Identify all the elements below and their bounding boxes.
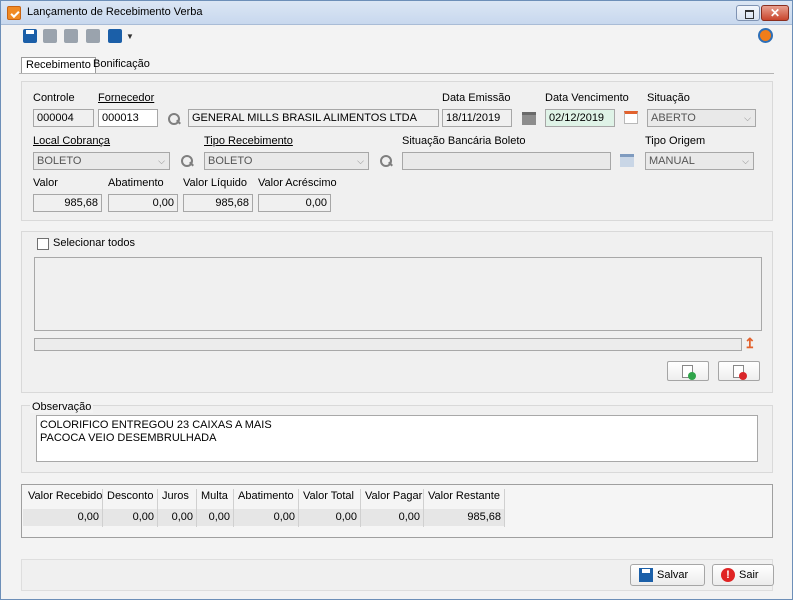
totals-value-valor-recebido: 0,00 [23,509,102,526]
valor-liquido-field[interactable]: 985,68 [183,194,253,212]
tipo-recebimento-value: BOLETO [208,155,253,167]
totals-header-valor-recebido: Valor Recebido [28,490,103,502]
tipo-origem-select[interactable]: MANUAL ⌵ [645,152,754,170]
totals-value-valor-total: 0,00 [299,509,360,526]
title-bar: Lançamento de Recebimento Verba ✕ [1,1,792,25]
situacao-bancaria-label: Situação Bancária Boleto [402,135,526,147]
abatimento-label: Abatimento [108,177,164,189]
exit-icon: ! [721,568,735,582]
fornecedor-search-icon[interactable] [167,112,181,126]
observacao-label: Observação [30,401,94,413]
tab-bonificacao[interactable]: Bonificação [89,57,154,73]
save-button-label: Salvar [657,569,689,581]
chevron-down-icon: ⌵ [357,156,364,166]
totals-value-multa: 0,00 [197,509,233,526]
situacao-bancaria-field[interactable] [402,152,611,170]
valor-field[interactable]: 985,68 [33,194,102,212]
valor-liquido-label: Valor Líquido [183,177,248,189]
items-list[interactable] [34,257,762,331]
fornecedor-code-field[interactable]: 000013 [98,109,158,127]
tipo-recebimento-search-icon[interactable] [379,154,393,168]
tipo-recebimento-label: Tipo Recebimento [204,135,293,147]
observacao-textarea[interactable]: COLORIFICO ENTREGOU 23 CAIXAS A MAIS PAC… [36,415,758,462]
data-vencimento-calendar-icon[interactable] [624,111,638,124]
local-cobranca-value: BOLETO [37,155,82,167]
app-icon [7,6,21,20]
remove-item-button[interactable] [718,361,760,381]
situacao-label: Situação [647,92,690,104]
tab-divider [19,73,774,74]
data-emissao-label: Data Emissão [442,92,511,104]
totals-value-juros: 0,00 [158,509,196,526]
save-icon [639,568,653,582]
save-button[interactable]: Salvar [630,564,705,586]
situacao-select[interactable]: ABERTO ⌵ [647,109,756,127]
totals-header-desconto: Desconto [107,490,154,502]
controle-label: Controle [33,92,75,104]
controle-field[interactable]: 000004 [33,109,94,127]
totals-value-desconto: 0,00 [103,509,157,526]
local-cobranca-select[interactable]: BOLETO ⌵ [33,152,170,170]
local-cobranca-label: Local Cobrança [33,135,111,147]
valor-acrescimo-field[interactable]: 0,00 [258,194,331,212]
tipo-recebimento-select[interactable]: BOLETO ⌵ [204,152,369,170]
sort-up-icon[interactable]: ↥ [744,335,756,352]
totals-grid: Valor Recebido Desconto Juros Multa Abat… [21,484,773,538]
data-emissao-calendar-icon[interactable] [522,112,536,125]
exit-button-label: Sair [739,569,759,581]
totals-header-multa: Multa [201,490,228,502]
column-divider [504,489,505,527]
horizontal-scrollbar[interactable] [34,338,742,351]
fornecedor-label: Fornecedor [98,92,155,104]
valor-acrescimo-label: Valor Acréscimo [258,177,337,189]
toolbar-network-icon[interactable] [108,29,122,43]
abatimento-field[interactable]: 0,00 [108,194,178,212]
footer-bar: Salvar ! Sair [21,559,774,591]
totals-header-valor-pagar: Valor Pagar [365,490,423,502]
totals-value-valor-pagar: 0,00 [361,509,423,526]
add-document-icon [682,365,696,380]
help-icon[interactable] [758,28,773,43]
restore-button[interactable] [736,5,760,21]
select-all-checkbox[interactable] [37,238,49,250]
boleto-refresh-icon[interactable] [620,154,634,167]
exit-button[interactable]: ! Sair [712,564,774,586]
select-all-label: Selecionar todos [53,237,135,249]
chevron-down-icon: ⌵ [742,156,749,166]
local-cobranca-search-icon[interactable] [180,154,194,168]
totals-header-abatimento: Abatimento [238,490,294,502]
situacao-value: ABERTO [651,112,696,124]
tab-recebimento[interactable]: Recebimento [21,57,96,73]
main-window: Lançamento de Recebimento Verba ✕ ▼ Rece… [0,0,793,600]
toolbar-print-icon[interactable] [86,29,100,43]
close-button[interactable]: ✕ [761,5,789,21]
toolbar-new-document-icon[interactable] [43,29,57,43]
chevron-down-icon: ⌵ [158,156,165,166]
totals-header-valor-total: Valor Total [303,490,354,502]
tipo-origem-value: MANUAL [649,155,695,167]
totals-header-valor-restante: Valor Restante [428,490,500,502]
chevron-down-icon: ⌵ [744,113,751,123]
add-item-button[interactable] [667,361,709,381]
totals-header-juros: Juros [162,490,189,502]
totals-value-abatimento: 0,00 [234,509,298,526]
remove-document-icon [733,365,747,380]
window-title: Lançamento de Recebimento Verba [27,6,203,18]
toolbar-copy-document-icon[interactable] [64,29,78,43]
data-emissao-field[interactable]: 18/11/2019 [442,109,512,127]
data-vencimento-field[interactable]: 02/12/2019 [545,109,615,127]
toolbar-dropdown-arrow-icon[interactable]: ▼ [126,32,134,41]
tipo-origem-label: Tipo Origem [645,135,706,147]
toolbar-save-icon[interactable] [23,29,37,43]
fornecedor-name-field[interactable]: GENERAL MILLS BRASIL ALIMENTOS LTDA [188,109,439,127]
data-vencimento-label: Data Vencimento [545,92,629,104]
totals-value-valor-restante: 985,68 [424,509,504,526]
valor-label: Valor [33,177,58,189]
